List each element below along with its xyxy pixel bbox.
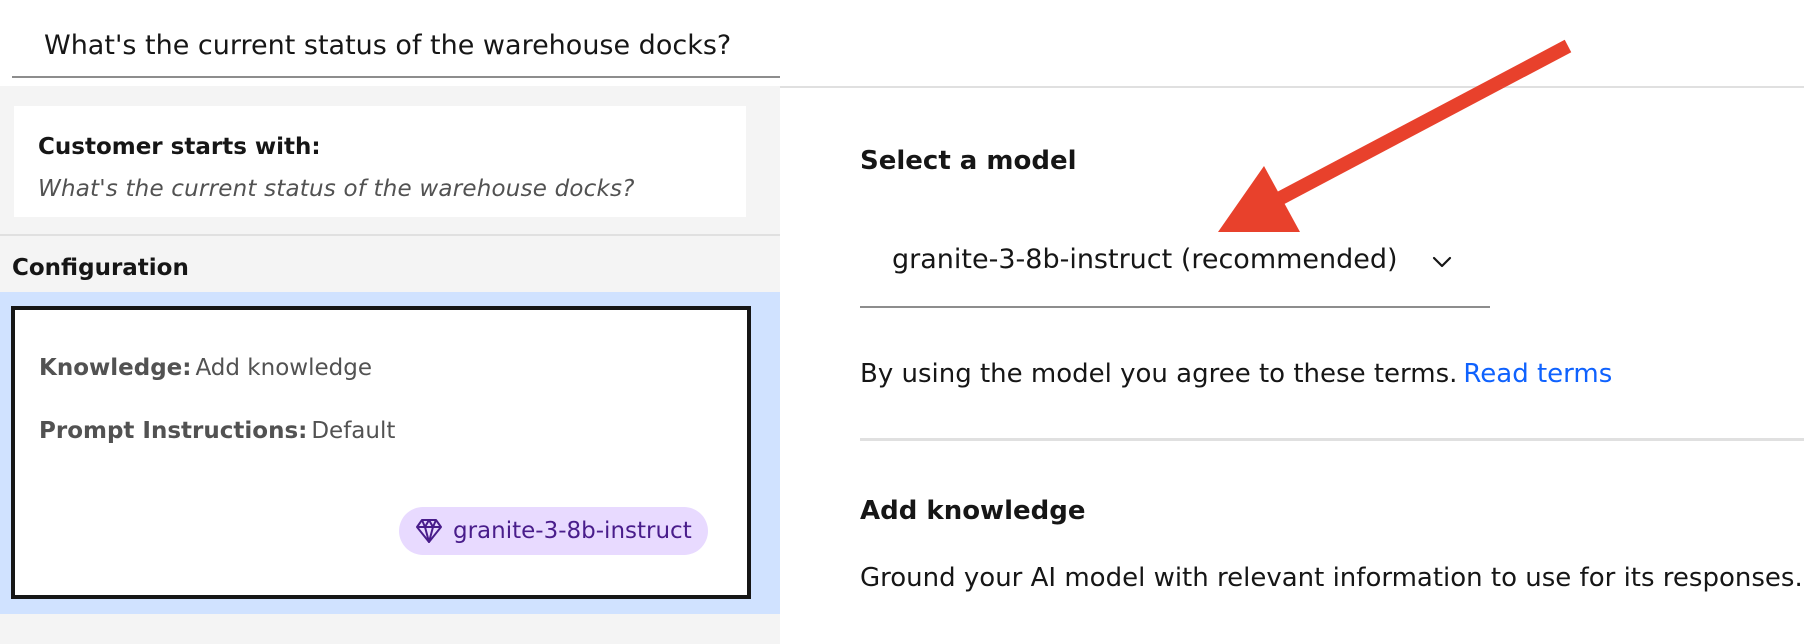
model-tag: granite-3-8b-instruct: [399, 507, 708, 555]
section-divider: [860, 438, 1804, 441]
knowledge-key: Knowledge:: [39, 355, 192, 381]
configuration-card[interactable]: Knowledge: Add knowledge Prompt Instructi…: [11, 306, 751, 599]
read-terms-link[interactable]: Read terms: [1463, 359, 1612, 389]
knowledge-value: Add knowledge: [195, 355, 372, 381]
terms-statement: By using the model you agree to these te…: [860, 359, 1458, 389]
model-tag-label: granite-3-8b-instruct: [453, 518, 692, 544]
knowledge-row: Knowledge: Add knowledge: [39, 355, 372, 381]
prompt-instructions-key: Prompt Instructions:: [39, 418, 308, 444]
add-knowledge-heading: Add knowledge: [860, 496, 1086, 526]
configuration-heading: Configuration: [12, 255, 189, 281]
terms-text: By using the model you agree to these te…: [860, 359, 1612, 389]
prompt-instructions-value: Default: [311, 418, 396, 444]
start-card-text: What's the current status of the warehou…: [38, 176, 635, 202]
customer-start-card: Customer starts with: What's the current…: [14, 106, 746, 217]
add-knowledge-description: Ground your AI model with relevant infor…: [860, 563, 1803, 593]
model-select-value: granite-3-8b-instruct (recommended): [892, 244, 1398, 275]
annotation-arrow-icon: [1218, 39, 1572, 232]
query-input[interactable]: What's the current status of the warehou…: [12, 0, 780, 78]
chevron-down-icon[interactable]: [1430, 250, 1454, 274]
diamond-icon: [415, 518, 443, 544]
select-model-label: Select a model: [860, 146, 1077, 176]
prompt-instructions-row: Prompt Instructions: Default: [39, 418, 395, 444]
start-card-title: Customer starts with:: [38, 134, 321, 160]
divider: [0, 234, 780, 236]
